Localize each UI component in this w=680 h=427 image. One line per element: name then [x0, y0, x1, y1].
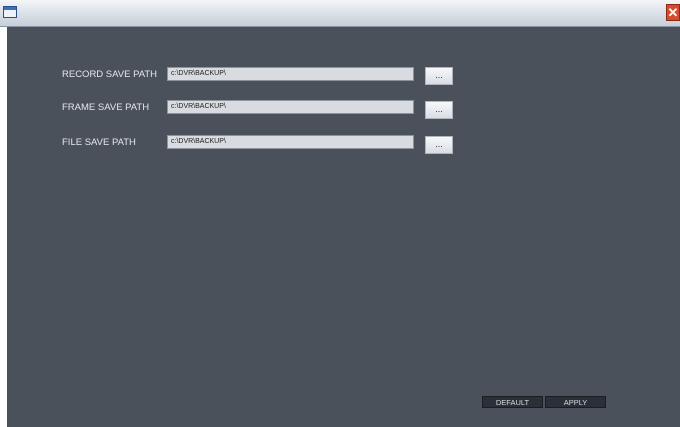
settings-window: ✕ RECORD SAVE PATH c:\DVR\BACKUP\ ... FR…	[0, 0, 680, 427]
record-save-path-browse-button[interactable]: ...	[425, 67, 453, 85]
record-save-path-label: RECORD SAVE PATH	[62, 69, 158, 80]
frame-save-path-label: FRAME SAVE PATH	[62, 102, 150, 113]
close-button[interactable]: ✕	[666, 4, 680, 21]
frame-save-path-input[interactable]: c:\DVR\BACKUP\	[167, 100, 414, 114]
default-button[interactable]: DEFAULT	[482, 396, 543, 408]
frame-save-path-browse-button[interactable]: ...	[425, 101, 453, 119]
close-icon: ✕	[667, 5, 679, 20]
file-save-path-label: FILE SAVE PATH	[62, 137, 136, 148]
file-save-path-input[interactable]: c:\DVR\BACKUP\	[167, 135, 414, 149]
window-icon	[3, 6, 17, 18]
title-bar[interactable]: ✕	[0, 0, 680, 27]
record-save-path-input[interactable]: c:\DVR\BACKUP\	[167, 67, 414, 81]
file-save-path-browse-button[interactable]: ...	[425, 136, 453, 154]
settings-panel: RECORD SAVE PATH c:\DVR\BACKUP\ ... FRAM…	[7, 27, 680, 427]
apply-button[interactable]: APPLY	[545, 396, 606, 408]
